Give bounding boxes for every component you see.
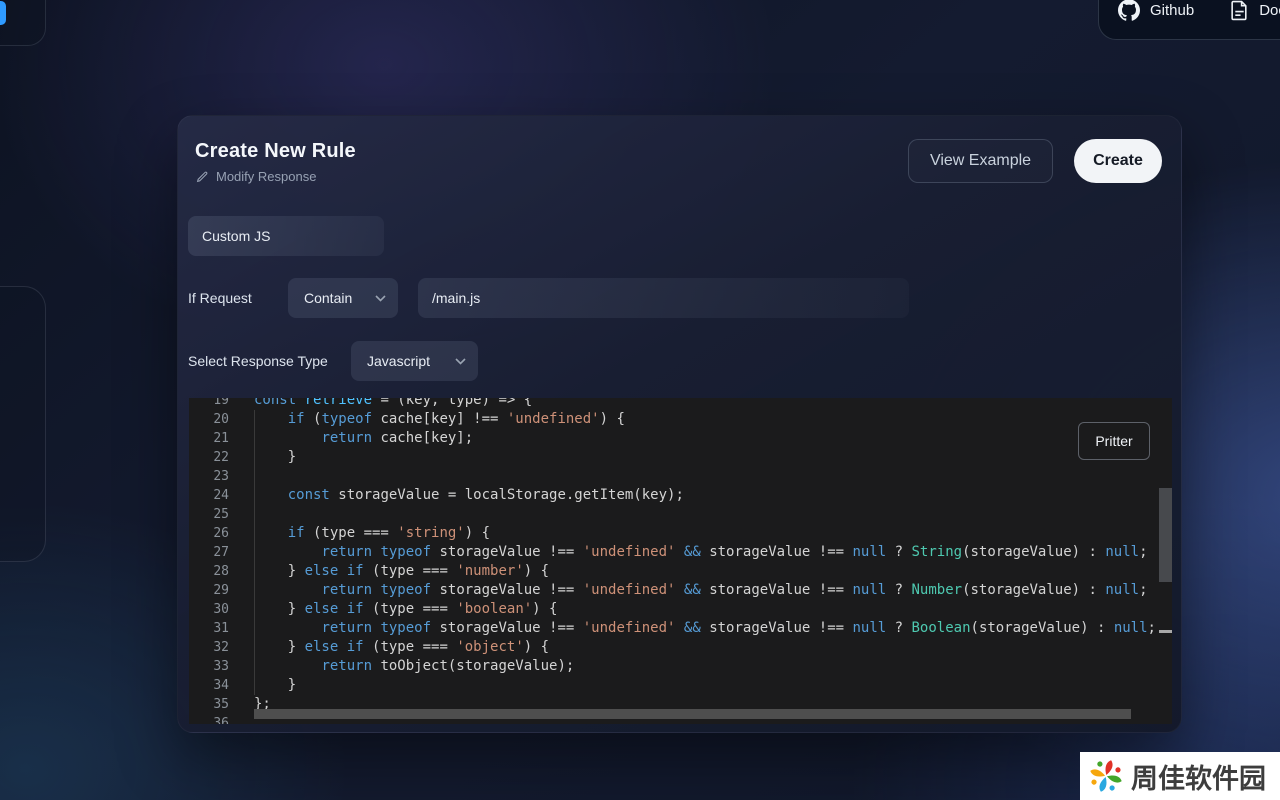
watermark-badge: 周佳软件园 bbox=[1080, 752, 1280, 800]
create-rule-panel: Create New Rule Modify Response View Exa… bbox=[177, 115, 1182, 733]
watermark-text: 周佳软件园 bbox=[1131, 757, 1266, 796]
code-editor[interactable]: 192021222324252627282930313233343536 con… bbox=[189, 398, 1172, 724]
github-link[interactable]: Github bbox=[1150, 2, 1194, 19]
top-left-corner-panel bbox=[0, 0, 46, 46]
url-pattern-input[interactable] bbox=[418, 278, 909, 318]
top-left-logo-fragment bbox=[0, 1, 6, 25]
left-side-panel bbox=[0, 286, 46, 562]
response-type-label: Select Response Type bbox=[188, 341, 328, 381]
line-number: 21 bbox=[189, 429, 229, 448]
line-number: 35 bbox=[189, 695, 229, 714]
code-line[interactable]: const retrieve = (key, type) => { bbox=[254, 398, 1156, 410]
condition-value: Contain bbox=[304, 290, 352, 306]
code-line[interactable] bbox=[254, 467, 1156, 486]
line-number: 29 bbox=[189, 581, 229, 600]
code-line[interactable]: const storageValue = localStorage.getIte… bbox=[254, 486, 1156, 505]
line-number: 31 bbox=[189, 619, 229, 638]
line-number: 27 bbox=[189, 543, 229, 562]
line-number: 32 bbox=[189, 638, 229, 657]
code-lines[interactable]: const retrieve = (key, type) => { if (ty… bbox=[254, 398, 1156, 724]
if-request-label: If Request bbox=[188, 278, 252, 318]
code-line[interactable]: } else if (type === 'object') { bbox=[254, 638, 1156, 657]
line-number: 33 bbox=[189, 657, 229, 676]
line-number: 30 bbox=[189, 600, 229, 619]
condition-select[interactable]: Contain bbox=[288, 278, 398, 318]
chevron-down-icon bbox=[455, 358, 466, 365]
rule-type-subtitle: Modify Response bbox=[196, 169, 316, 184]
github-icon[interactable] bbox=[1118, 0, 1140, 21]
create-button[interactable]: Create bbox=[1074, 139, 1162, 183]
code-line[interactable]: } else if (type === 'number') { bbox=[254, 562, 1156, 581]
code-line[interactable]: if (typeof cache[key] !== 'undefined') { bbox=[254, 410, 1156, 429]
line-numbers: 192021222324252627282930313233343536 bbox=[189, 398, 229, 724]
rule-name-input[interactable] bbox=[188, 216, 384, 256]
code-line[interactable]: return toObject(storageValue); bbox=[254, 657, 1156, 676]
response-type-select[interactable]: Javascript bbox=[351, 341, 478, 381]
view-example-button[interactable]: View Example bbox=[908, 139, 1053, 183]
code-line[interactable]: } bbox=[254, 676, 1156, 695]
horizontal-scrollbar-thumb[interactable] bbox=[254, 709, 1131, 719]
top-nav-links: Github Doc bbox=[1118, 0, 1280, 21]
line-number: 23 bbox=[189, 467, 229, 486]
page-title: Create New Rule bbox=[195, 140, 356, 163]
doc-link[interactable]: Doc bbox=[1259, 2, 1280, 19]
doc-icon[interactable] bbox=[1230, 0, 1249, 21]
code-line[interactable]: return typeof storageValue !== 'undefine… bbox=[254, 619, 1156, 638]
line-number: 34 bbox=[189, 676, 229, 695]
code-line[interactable]: } bbox=[254, 448, 1156, 467]
code-line[interactable] bbox=[254, 505, 1156, 524]
line-number: 25 bbox=[189, 505, 229, 524]
code-line[interactable]: if (type === 'string') { bbox=[254, 524, 1156, 543]
watermark-logo-icon bbox=[1088, 758, 1124, 794]
line-number: 20 bbox=[189, 410, 229, 429]
line-number: 28 bbox=[189, 562, 229, 581]
code-line[interactable]: return cache[key]; bbox=[254, 429, 1156, 448]
code-line[interactable]: return typeof storageValue !== 'undefine… bbox=[254, 581, 1156, 600]
rule-type-label: Modify Response bbox=[216, 169, 316, 184]
code-line[interactable]: } else if (type === 'boolean') { bbox=[254, 600, 1156, 619]
line-number: 24 bbox=[189, 486, 229, 505]
scrollbar-overview-mark bbox=[1159, 630, 1172, 633]
vertical-scrollbar-thumb[interactable] bbox=[1159, 488, 1172, 582]
code-line[interactable]: return typeof storageValue !== 'undefine… bbox=[254, 543, 1156, 562]
line-number: 19 bbox=[189, 398, 229, 410]
prettier-format-button[interactable]: Pritter bbox=[1078, 422, 1150, 460]
response-type-value: Javascript bbox=[367, 353, 430, 369]
line-number: 26 bbox=[189, 524, 229, 543]
chevron-down-icon bbox=[375, 295, 386, 302]
edit-pencil-icon bbox=[196, 170, 209, 183]
line-number: 36 bbox=[189, 714, 229, 724]
line-number: 22 bbox=[189, 448, 229, 467]
